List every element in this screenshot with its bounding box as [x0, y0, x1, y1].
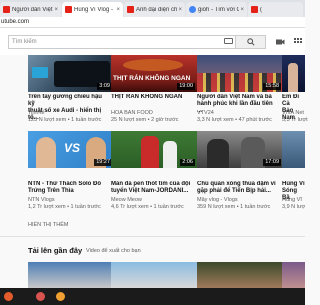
video-stats: 1,2 Tr lượt xem • 1 tuần trước — [28, 204, 101, 210]
start-icon[interactable] — [4, 292, 13, 301]
video-thumbnail[interactable]: 2:06 — [111, 131, 197, 168]
football-players-image — [141, 136, 159, 168]
search-icon — [246, 38, 255, 46]
browser-tab-3[interactable]: Ảnh đại diện chính × — [124, 2, 185, 17]
browser-tab-1[interactable]: Người dân Việt × — [0, 2, 61, 17]
video-channel[interactable]: Hùng Vĩ — [282, 197, 302, 204]
video-stats: 4,6 Tr lượt xem • 1 tuần trước — [111, 204, 184, 210]
video-thumbnail[interactable] — [282, 131, 305, 168]
browser-icon[interactable] — [56, 292, 65, 301]
recent-video-thumbnail[interactable] — [28, 262, 114, 288]
section-divider — [0, 236, 305, 237]
search-button[interactable] — [236, 35, 266, 49]
football-players-image — [163, 141, 177, 168]
video-thumbnail[interactable]: 15:58 — [197, 55, 283, 92]
video-stats: 5,3 Tr lượt — [282, 117, 308, 123]
show-more-link[interactable]: HIỂN THỊ THÊM — [28, 222, 68, 228]
people-image — [207, 139, 229, 168]
video-stats: 25 N lượt xem • 2 giờ trước — [111, 117, 179, 123]
thumbnail-caption: THỊT RÁN KHÔNG NGAN — [113, 75, 191, 82]
youtube-favicon-icon — [3, 6, 10, 13]
video-duration: 19:00 — [177, 83, 195, 90]
video-channel[interactable]: HOA BAN FOOD — [111, 110, 153, 117]
browser-tab-title: Người dân Việt — [12, 6, 53, 13]
google-favicon-icon — [189, 6, 196, 13]
video-duration: 19:27 — [94, 159, 112, 166]
video-title[interactable]: Màn đá pen thót tim của đội tuyển Việt Na… — [111, 181, 193, 195]
os-taskbar — [0, 288, 305, 305]
close-tab-icon[interactable]: × — [116, 7, 120, 13]
address-bar[interactable]: utube.com — [0, 17, 305, 28]
person-image — [36, 137, 56, 168]
recent-video-thumbnail[interactable] — [282, 262, 305, 288]
recent-video-thumbnail[interactable] — [197, 262, 283, 288]
youtube-favicon-icon — [65, 6, 72, 13]
video-channel[interactable]: Meow Meow — [111, 197, 142, 204]
browser-tab-2[interactable]: Hùng Vĩ Vlog - Trời Gi × — [62, 2, 123, 17]
singer-image — [288, 63, 298, 92]
video-stats: 359 N lượt xem • 1 tuần trước — [197, 204, 271, 210]
video-duration: 15:58 — [263, 83, 281, 90]
video-thumbnail[interactable]: VS 19:27 — [28, 131, 114, 168]
video-thumbnail[interactable]: 17:09 — [197, 131, 283, 168]
video-channel[interactable]: Tinh tế — [28, 110, 45, 117]
close-tab-icon[interactable]: × — [54, 7, 58, 13]
apps-grid-icon[interactable] — [293, 37, 303, 47]
video-title[interactable]: Chú quán xóng thua đậm vì gặp phải để Tiế… — [197, 181, 279, 195]
create-video-icon[interactable] — [275, 37, 285, 47]
youtube-header: Tìm kiếm — [0, 28, 305, 55]
video-channel[interactable]: VIVA Net — [282, 110, 304, 117]
video-duration: 3:09 — [97, 83, 112, 90]
video-title[interactable]: NTN - Thử Thách Solo Đồ Trứng Trên Thìa — [28, 181, 110, 195]
close-tab-icon[interactable]: × — [240, 7, 244, 13]
video-channel[interactable]: Mây vlog - Vlogs — [197, 197, 238, 204]
video-channel[interactable]: NTN Vlogs — [28, 197, 55, 204]
browser-tab-5[interactable]: ( — [248, 2, 303, 17]
video-thumbnail[interactable] — [282, 55, 305, 92]
video-title[interactable]: THỊT RÁN KHÔNG NGAN — [111, 94, 193, 101]
video-duration: 2:06 — [180, 159, 195, 166]
video-thumbnail[interactable]: THỊT RÁN KHÔNG NGAN 19:00 — [111, 55, 197, 92]
ces-logo-icon — [32, 67, 48, 78]
close-tab-icon[interactable]: × — [178, 7, 182, 13]
keyboard-icon[interactable] — [224, 38, 233, 44]
section-title[interactable]: Tải lên gần đây — [28, 246, 82, 255]
food-image — [123, 59, 183, 71]
video-stats: 123 N lượt xem • 1 tuần trước — [28, 117, 102, 123]
search-input[interactable]: Tìm kiếm — [8, 35, 236, 49]
browser-tab-strip: Người dân Việt × Hùng Vĩ Vlog - Trời Gi … — [0, 0, 305, 17]
video-stats: 3,9 N lượ — [282, 204, 306, 210]
browser-tab-title: Ảnh đại diện chính — [136, 6, 178, 13]
browser-tab-title: gioh - Tìm với Google — [198, 6, 240, 13]
video-channel[interactable]: VTV24 — [197, 110, 214, 117]
people-image — [241, 137, 265, 168]
video-duration: 17:09 — [263, 159, 281, 166]
browser-tab-title: ( — [260, 6, 262, 13]
video-stats: 3,3 N lượt xem • 47 phút trước — [197, 117, 272, 123]
section-subtitle: Video để xuất cho bạn — [86, 248, 141, 254]
recent-video-thumbnail[interactable] — [111, 262, 197, 288]
explorer-icon[interactable] — [36, 292, 45, 301]
youtube-favicon-icon — [127, 6, 134, 13]
vs-text-image: VS — [64, 141, 81, 155]
browser-tab-4[interactable]: gioh - Tìm với Google × — [186, 2, 247, 17]
search-placeholder: Tìm kiếm — [12, 39, 37, 45]
url-text: utube.com — [1, 19, 30, 25]
video-thumbnail[interactable]: 3:09 — [28, 55, 114, 92]
youtube-favicon-icon — [251, 6, 258, 13]
browser-tab-title: Hùng Vĩ Vlog - Trời Gi — [74, 6, 115, 13]
